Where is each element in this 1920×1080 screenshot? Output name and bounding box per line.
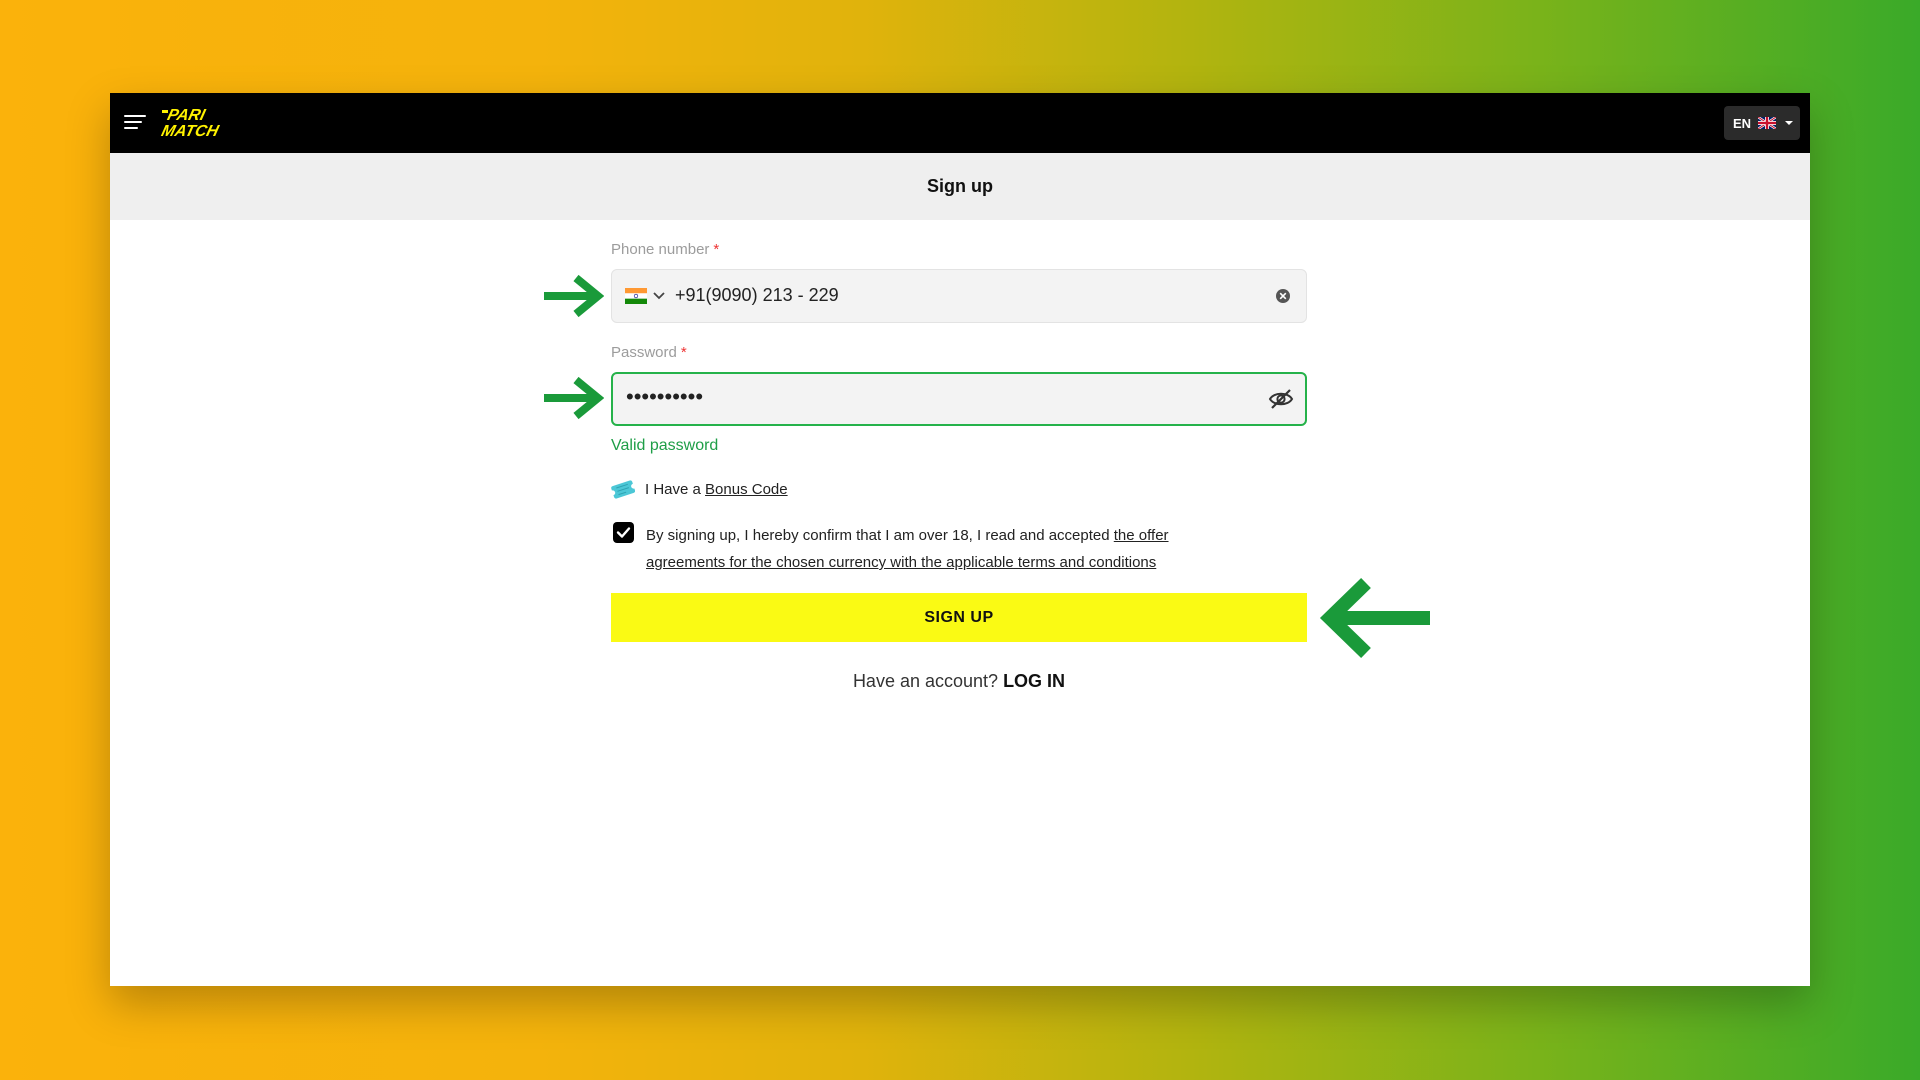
- browser-window: PARI MATCH EN Sign up Phone number * +91…: [110, 93, 1810, 986]
- agreement-statement: By signing up, I hereby confirm that I a…: [646, 527, 1110, 544]
- eye-off-icon[interactable]: [1268, 388, 1294, 410]
- required-mark: *: [680, 344, 687, 361]
- phone-label-text: Phone number: [611, 241, 710, 258]
- clear-icon[interactable]: [1275, 288, 1291, 304]
- language-code: EN: [1733, 115, 1752, 131]
- password-field[interactable]: ••••••••••: [611, 372, 1307, 426]
- bonus-prefix: I Have a: [645, 480, 701, 498]
- phone-field[interactable]: +91(9090) 213 - 229: [611, 269, 1307, 323]
- language-selector[interactable]: EN: [1724, 106, 1800, 140]
- bonus-code-link[interactable]: Bonus Code: [705, 481, 788, 498]
- phone-input-value[interactable]: +91(9090) 213 - 229: [675, 285, 839, 306]
- sign-up-button[interactable]: SIGN UP: [611, 593, 1307, 642]
- password-label: Password *: [611, 344, 687, 361]
- phone-label: Phone number *: [611, 241, 719, 258]
- checkmark-icon: [616, 527, 631, 538]
- india-flag-icon[interactable]: [625, 288, 647, 304]
- annotation-arrow-right-icon: [544, 274, 604, 318]
- password-label-text: Password: [611, 344, 677, 361]
- password-status: Valid password: [611, 437, 719, 454]
- svg-text:MATCH: MATCH: [160, 122, 221, 138]
- uk-flag-icon: [1758, 117, 1777, 129]
- page-header: Sign up: [110, 153, 1810, 220]
- log-in-link[interactable]: LOG IN: [1003, 671, 1065, 691]
- page-title: Sign up: [927, 176, 993, 196]
- chevron-down-icon: [1785, 121, 1794, 125]
- password-input-value[interactable]: ••••••••••: [626, 384, 703, 410]
- annotation-arrow-left-icon: [1319, 577, 1430, 659]
- bonus-code-text: I Have a Bonus Code: [645, 481, 788, 498]
- agreement-checkbox[interactable]: [613, 522, 634, 543]
- annotation-arrow-right-icon: [544, 376, 604, 420]
- bonus-code-toggle[interactable]: I Have a Bonus Code: [611, 477, 788, 501]
- login-prompt: Have an account? LOG IN: [611, 671, 1307, 692]
- menu-icon[interactable]: [124, 115, 146, 131]
- agreement-text: By signing up, I hereby confirm that I a…: [646, 522, 1236, 576]
- top-navigation-bar: PARI MATCH EN: [110, 93, 1810, 153]
- ticket-icon: [611, 480, 635, 499]
- chevron-down-icon[interactable]: [652, 289, 666, 303]
- required-mark: *: [713, 241, 720, 258]
- parimatch-logo[interactable]: PARI MATCH: [160, 106, 252, 138]
- login-prompt-text: Have an account?: [852, 671, 999, 691]
